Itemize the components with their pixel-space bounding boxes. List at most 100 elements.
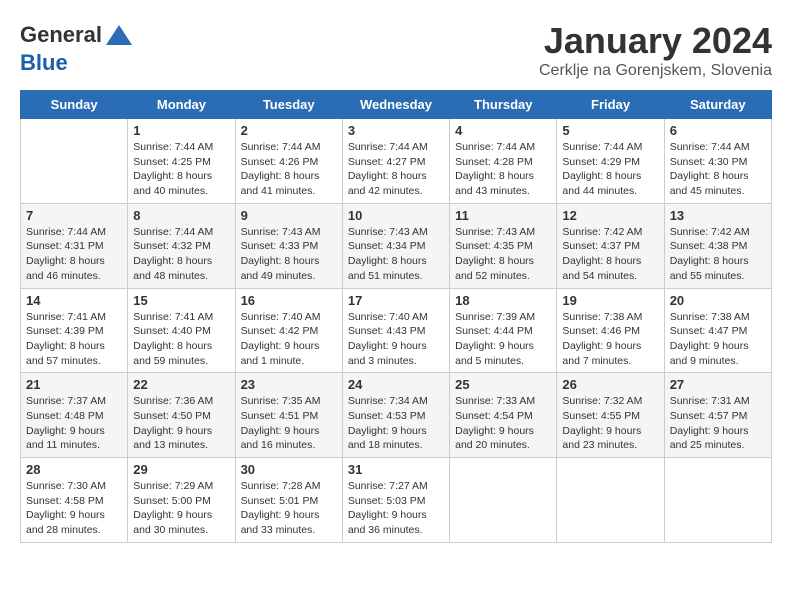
day-number: 12 [562,208,658,223]
logo-icon [104,20,134,50]
day-info: Sunrise: 7:28 AMSunset: 5:01 PMDaylight:… [241,479,337,538]
day-info: Sunrise: 7:40 AMSunset: 4:42 PMDaylight:… [241,310,337,369]
day-info: Sunrise: 7:37 AMSunset: 4:48 PMDaylight:… [26,394,122,453]
day-number: 19 [562,293,658,308]
day-number: 4 [455,123,551,138]
day-info: Sunrise: 7:38 AMSunset: 4:47 PMDaylight:… [670,310,766,369]
day-info: Sunrise: 7:43 AMSunset: 4:33 PMDaylight:… [241,225,337,284]
day-number: 21 [26,377,122,392]
calendar-day-cell: 9 Sunrise: 7:43 AMSunset: 4:33 PMDaylight… [235,203,342,288]
calendar-day-cell: 11 Sunrise: 7:43 AMSunset: 4:35 PMDayligh… [450,203,557,288]
day-of-week-header: Wednesday [342,91,449,119]
calendar-day-cell: 19 Sunrise: 7:38 AMSunset: 4:46 PMDayligh… [557,288,664,373]
day-number: 20 [670,293,766,308]
day-info: Sunrise: 7:44 AMSunset: 4:28 PMDaylight:… [455,140,551,199]
day-info: Sunrise: 7:29 AMSunset: 5:00 PMDaylight:… [133,479,229,538]
day-info: Sunrise: 7:44 AMSunset: 4:32 PMDaylight:… [133,225,229,284]
logo-general-text: General [20,22,102,48]
calendar-day-cell: 25 Sunrise: 7:33 AMSunset: 4:54 PMDayligh… [450,373,557,458]
day-info: Sunrise: 7:31 AMSunset: 4:57 PMDaylight:… [670,394,766,453]
calendar-day-cell: 24 Sunrise: 7:34 AMSunset: 4:53 PMDayligh… [342,373,449,458]
day-number: 27 [670,377,766,392]
calendar-day-cell: 18 Sunrise: 7:39 AMSunset: 4:44 PMDayligh… [450,288,557,373]
day-info: Sunrise: 7:33 AMSunset: 4:54 PMDaylight:… [455,394,551,453]
day-info: Sunrise: 7:44 AMSunset: 4:30 PMDaylight:… [670,140,766,199]
day-info: Sunrise: 7:41 AMSunset: 4:39 PMDaylight:… [26,310,122,369]
calendar-day-cell: 8 Sunrise: 7:44 AMSunset: 4:32 PMDaylight… [128,203,235,288]
day-number: 3 [348,123,444,138]
calendar-day-cell: 14 Sunrise: 7:41 AMSunset: 4:39 PMDayligh… [21,288,128,373]
title-block: January 2024 Cerklje na Gorenjskem, Slov… [539,20,772,80]
day-info: Sunrise: 7:44 AMSunset: 4:31 PMDaylight:… [26,225,122,284]
location-subtitle: Cerklje na Gorenjskem, Slovenia [539,62,772,80]
day-number: 13 [670,208,766,223]
day-number: 30 [241,462,337,477]
calendar-week-row: 1 Sunrise: 7:44 AMSunset: 4:25 PMDaylight… [21,119,772,204]
day-info: Sunrise: 7:42 AMSunset: 4:38 PMDaylight:… [670,225,766,284]
calendar-day-cell: 3 Sunrise: 7:44 AMSunset: 4:27 PMDaylight… [342,119,449,204]
day-info: Sunrise: 7:42 AMSunset: 4:37 PMDaylight:… [562,225,658,284]
calendar-day-cell [21,119,128,204]
day-number: 8 [133,208,229,223]
day-info: Sunrise: 7:39 AMSunset: 4:44 PMDaylight:… [455,310,551,369]
day-info: Sunrise: 7:43 AMSunset: 4:34 PMDaylight:… [348,225,444,284]
day-info: Sunrise: 7:44 AMSunset: 4:26 PMDaylight:… [241,140,337,199]
day-number: 15 [133,293,229,308]
day-number: 7 [26,208,122,223]
calendar-day-cell [450,458,557,543]
day-number: 14 [26,293,122,308]
day-number: 31 [348,462,444,477]
calendar-day-cell [664,458,771,543]
day-number: 6 [670,123,766,138]
day-info: Sunrise: 7:35 AMSunset: 4:51 PMDaylight:… [241,394,337,453]
day-number: 26 [562,377,658,392]
calendar-day-cell: 4 Sunrise: 7:44 AMSunset: 4:28 PMDaylight… [450,119,557,204]
calendar-day-cell: 10 Sunrise: 7:43 AMSunset: 4:34 PMDayligh… [342,203,449,288]
month-title: January 2024 [539,20,772,62]
logo: General Blue [20,20,134,76]
day-info: Sunrise: 7:36 AMSunset: 4:50 PMDaylight:… [133,394,229,453]
day-number: 22 [133,377,229,392]
calendar-week-row: 14 Sunrise: 7:41 AMSunset: 4:39 PMDayligh… [21,288,772,373]
day-info: Sunrise: 7:44 AMSunset: 4:27 PMDaylight:… [348,140,444,199]
calendar-day-cell: 21 Sunrise: 7:37 AMSunset: 4:48 PMDayligh… [21,373,128,458]
calendar-day-cell [557,458,664,543]
calendar-day-cell: 2Sunrise: 7:44 AMSunset: 4:26 PMDaylight… [235,119,342,204]
day-of-week-header: Sunday [21,91,128,119]
day-info: Sunrise: 7:32 AMSunset: 4:55 PMDaylight:… [562,394,658,453]
page-header: General Blue January 2024 Cerklje na Gor… [20,20,772,80]
day-number: 18 [455,293,551,308]
calendar-header-row: SundayMondayTuesdayWednesdayThursdayFrid… [21,91,772,119]
calendar-table: SundayMondayTuesdayWednesdayThursdayFrid… [20,90,772,543]
day-info: Sunrise: 7:38 AMSunset: 4:46 PMDaylight:… [562,310,658,369]
day-info: Sunrise: 7:30 AMSunset: 4:58 PMDaylight:… [26,479,122,538]
calendar-day-cell: 22 Sunrise: 7:36 AMSunset: 4:50 PMDayligh… [128,373,235,458]
calendar-day-cell: 31 Sunrise: 7:27 AMSunset: 5:03 PMDayligh… [342,458,449,543]
day-number: 25 [455,377,551,392]
logo-blue-text: Blue [20,50,68,76]
calendar-day-cell: 29Sunrise: 7:29 AMSunset: 5:00 PMDayligh… [128,458,235,543]
day-number: 9 [241,208,337,223]
calendar-day-cell: 6 Sunrise: 7:44 AMSunset: 4:30 PMDaylight… [664,119,771,204]
calendar-day-cell: 23Sunrise: 7:35 AMSunset: 4:51 PMDayligh… [235,373,342,458]
day-number: 17 [348,293,444,308]
calendar-day-cell: 27 Sunrise: 7:31 AMSunset: 4:57 PMDayligh… [664,373,771,458]
day-info: Sunrise: 7:40 AMSunset: 4:43 PMDaylight:… [348,310,444,369]
calendar-day-cell: 30 Sunrise: 7:28 AMSunset: 5:01 PMDayligh… [235,458,342,543]
day-info: Sunrise: 7:43 AMSunset: 4:35 PMDaylight:… [455,225,551,284]
day-number: 10 [348,208,444,223]
day-info: Sunrise: 7:44 AMSunset: 4:25 PMDaylight:… [133,140,229,199]
calendar-day-cell: 17 Sunrise: 7:40 AMSunset: 4:43 PMDayligh… [342,288,449,373]
day-number: 24 [348,377,444,392]
calendar-day-cell: 12 Sunrise: 7:42 AMSunset: 4:37 PMDayligh… [557,203,664,288]
day-info: Sunrise: 7:34 AMSunset: 4:53 PMDaylight:… [348,394,444,453]
day-number: 28 [26,462,122,477]
day-of-week-header: Thursday [450,91,557,119]
day-info: Sunrise: 7:27 AMSunset: 5:03 PMDaylight:… [348,479,444,538]
day-of-week-header: Friday [557,91,664,119]
calendar-day-cell: 28 Sunrise: 7:30 AMSunset: 4:58 PMDayligh… [21,458,128,543]
calendar-day-cell: 7 Sunrise: 7:44 AMSunset: 4:31 PMDaylight… [21,203,128,288]
day-number: 11 [455,208,551,223]
day-number: 1 [133,123,229,138]
calendar-week-row: 21 Sunrise: 7:37 AMSunset: 4:48 PMDayligh… [21,373,772,458]
